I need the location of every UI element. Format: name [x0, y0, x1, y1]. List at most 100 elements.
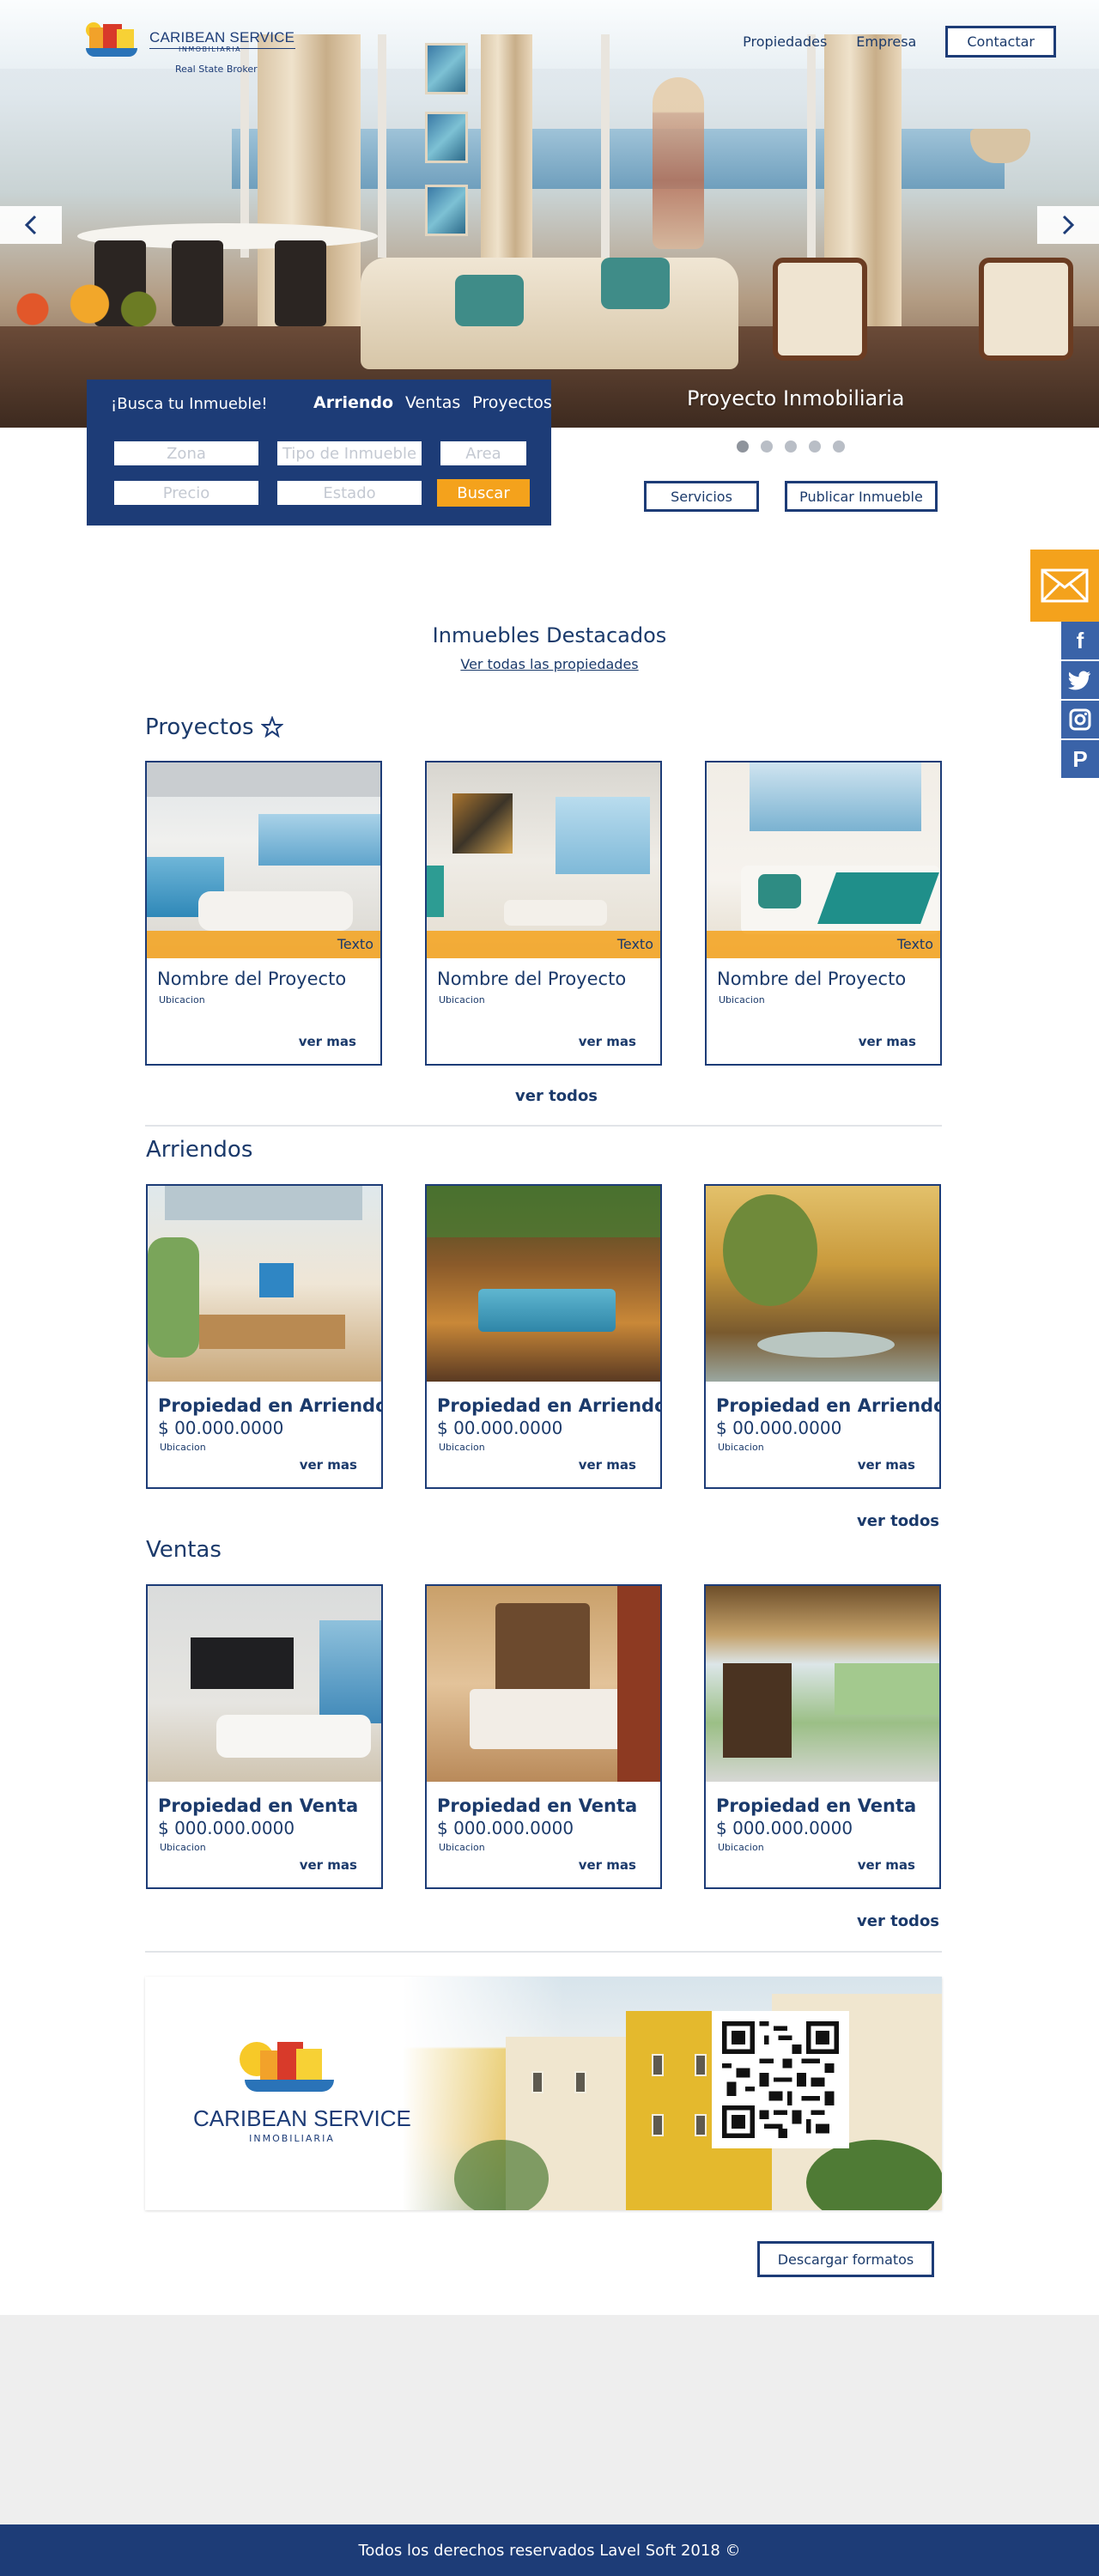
- search-panel: ¡Busca tu Inmueble! Arriendo Ventas Proy…: [87, 380, 552, 526]
- banner-brand-subtitle: INMOBILIARIA: [249, 2133, 335, 2144]
- slider-dot[interactable]: [809, 440, 821, 453]
- mail-button[interactable]: [1030, 550, 1099, 622]
- pinterest-icon: P: [1072, 745, 1088, 772]
- tab-proyectos[interactable]: Proyectos: [472, 393, 552, 412]
- search-tabs: Arriendo Ventas Proyectos: [313, 393, 552, 412]
- pinterest-button[interactable]: P: [1061, 740, 1099, 778]
- star-icon[interactable]: [260, 716, 283, 738]
- arriendos-ver-todos-link[interactable]: ver todos: [857, 1512, 939, 1530]
- contact-button[interactable]: Contactar: [945, 26, 1056, 58]
- top-navigation: Propiedades Empresa Contactar: [743, 26, 1056, 58]
- nav-propiedades[interactable]: Propiedades: [743, 33, 827, 50]
- rental-price: $ 00.000.0000: [158, 1418, 284, 1438]
- rental-image: [427, 1186, 660, 1382]
- page-bottom-spacer: [0, 2315, 1099, 2524]
- project-location: Ubicacion: [159, 994, 205, 1005]
- project-more-link[interactable]: ver mas: [579, 1034, 636, 1049]
- section-divider: [145, 1951, 942, 1953]
- twitter-icon: [1068, 671, 1090, 690]
- nav-empresa[interactable]: Empresa: [856, 33, 916, 50]
- instagram-icon: [1069, 708, 1091, 731]
- tipo-inmueble-field[interactable]: Tipo de Inmueble: [277, 441, 422, 465]
- rental-more-link[interactable]: ver mas: [858, 1457, 915, 1473]
- qr-code-icon: [722, 2021, 839, 2138]
- estado-field[interactable]: Estado: [277, 481, 422, 505]
- rental-price: $ 00.000.0000: [437, 1418, 563, 1438]
- project-badge-band: Texto: [427, 931, 660, 958]
- project-image: [427, 762, 660, 958]
- arriendos-heading-label: Arriendos: [146, 1137, 253, 1163]
- rental-more-link[interactable]: ver mas: [300, 1457, 357, 1473]
- all-properties-link[interactable]: Ver todas las propiedades: [0, 656, 1099, 672]
- project-card[interactable]: Texto Nombre del Proyecto Ubicacion ver …: [145, 761, 382, 1066]
- project-more-link[interactable]: ver mas: [859, 1034, 916, 1049]
- banner-brand-name: CARIBEAN SERVICE: [193, 2105, 411, 2131]
- rental-card[interactable]: Propiedad en Arriendo $ 00.000.0000 Ubic…: [146, 1184, 383, 1489]
- rental-title: Propiedad en Arriendo: [437, 1395, 662, 1416]
- tab-arriendo[interactable]: Arriendo: [313, 393, 393, 412]
- slider-dot[interactable]: [761, 440, 773, 453]
- banner-cityscape: [403, 1977, 942, 2210]
- sale-card[interactable]: Propiedad en Venta $ 000.000.0000 Ubicac…: [146, 1584, 383, 1889]
- arriendos-heading: Arriendos: [146, 1137, 252, 1163]
- servicios-button[interactable]: Servicios: [644, 481, 759, 512]
- rental-image: [148, 1186, 381, 1382]
- brand-logo[interactable]: CARIBEAN SERVICE INMOBILIARIA Real State…: [86, 22, 301, 82]
- precio-field[interactable]: Precio: [114, 481, 258, 505]
- sale-location: Ubicacion: [160, 1842, 206, 1853]
- project-location: Ubicacion: [439, 994, 485, 1005]
- ventas-ver-todos-link[interactable]: ver todos: [857, 1912, 939, 1930]
- rental-price: $ 00.000.0000: [716, 1418, 842, 1438]
- download-forms-button[interactable]: Descargar formatos: [757, 2241, 934, 2277]
- project-badge: Texto: [337, 936, 373, 952]
- proyectos-heading-label: Proyectos: [145, 714, 254, 740]
- sale-more-link[interactable]: ver mas: [300, 1857, 357, 1873]
- slider-dots: [737, 440, 845, 453]
- sale-more-link[interactable]: ver mas: [579, 1857, 636, 1873]
- ventas-heading: Ventas: [146, 1537, 222, 1563]
- sale-card[interactable]: Propiedad en Venta $ 000.000.0000 Ubicac…: [425, 1584, 662, 1889]
- sale-location: Ubicacion: [718, 1842, 764, 1853]
- logo-mark: [86, 22, 139, 58]
- search-title: ¡Busca tu Inmueble!: [111, 395, 268, 413]
- area-field[interactable]: Area: [440, 441, 526, 465]
- project-badge: Texto: [896, 936, 933, 952]
- sale-title: Propiedad en Venta: [158, 1795, 359, 1816]
- slider-prev-button[interactable]: [0, 206, 62, 244]
- slider-dot[interactable]: [785, 440, 797, 453]
- ventas-heading-label: Ventas: [146, 1537, 222, 1563]
- project-more-link[interactable]: ver mas: [299, 1034, 356, 1049]
- zona-field[interactable]: Zona: [114, 441, 258, 465]
- rental-more-link[interactable]: ver mas: [579, 1457, 636, 1473]
- sale-card[interactable]: Propiedad en Venta $ 000.000.0000 Ubicac…: [704, 1584, 941, 1889]
- publicar-inmueble-button[interactable]: Publicar Inmueble: [785, 481, 938, 512]
- qr-code[interactable]: [712, 2011, 849, 2148]
- project-name: Nombre del Proyecto: [437, 969, 627, 989]
- banner-logo: CARIBEAN SERVICE INMOBILIARIA: [193, 2037, 411, 2148]
- proyectos-ver-todos-link[interactable]: ver todos: [515, 1087, 598, 1105]
- rental-image: [706, 1186, 939, 1382]
- project-card[interactable]: Texto Nombre del Proyecto Ubicacion ver …: [425, 761, 662, 1066]
- slider-next-button[interactable]: [1037, 206, 1099, 244]
- rental-card[interactable]: Propiedad en Arriendo $ 00.000.0000 Ubic…: [425, 1184, 662, 1489]
- project-name: Nombre del Proyecto: [157, 969, 347, 989]
- chevron-right-icon: [1062, 215, 1075, 235]
- instagram-button[interactable]: [1061, 701, 1099, 738]
- project-name: Nombre del Proyecto: [717, 969, 907, 989]
- rental-title: Propiedad en Arriendo: [158, 1395, 383, 1416]
- sale-image: [427, 1586, 660, 1782]
- brand-name: CARIBEAN SERVICE: [149, 29, 295, 46]
- slider-dot[interactable]: [737, 440, 749, 453]
- slider-dot[interactable]: [833, 440, 845, 453]
- featured-title: Inmuebles Destacados: [432, 623, 667, 647]
- rental-card[interactable]: Propiedad en Arriendo $ 00.000.0000 Ubic…: [704, 1184, 941, 1489]
- sale-more-link[interactable]: ver mas: [858, 1857, 915, 1873]
- sale-location: Ubicacion: [439, 1842, 485, 1853]
- project-card[interactable]: Texto Nombre del Proyecto Ubicacion ver …: [705, 761, 942, 1066]
- mail-icon: [1041, 568, 1089, 603]
- rental-title: Propiedad en Arriendo: [716, 1395, 941, 1416]
- search-button[interactable]: Buscar: [437, 479, 530, 507]
- brand-subtitle: INMOBILIARIA: [179, 46, 242, 53]
- tab-ventas[interactable]: Ventas: [405, 393, 460, 412]
- sale-image: [706, 1586, 939, 1782]
